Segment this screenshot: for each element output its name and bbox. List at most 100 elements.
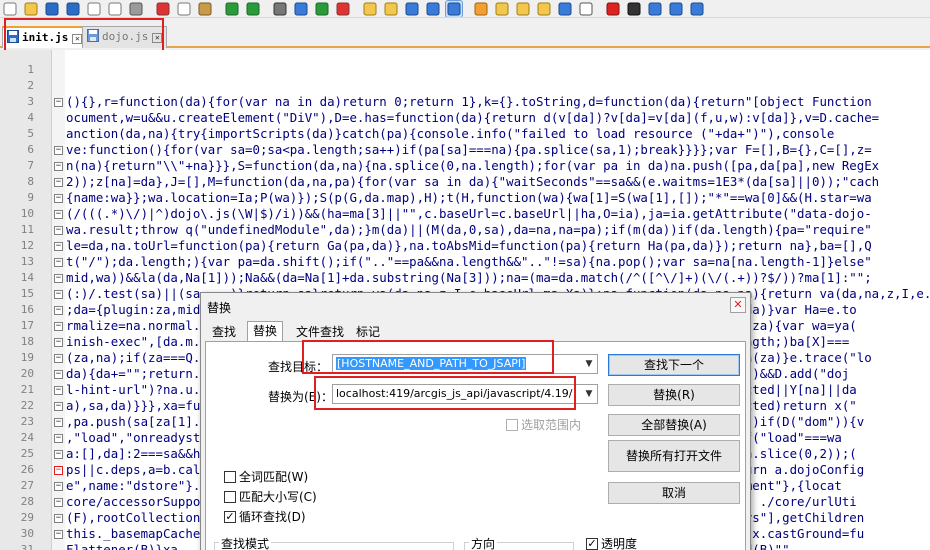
- tab-dojo-js[interactable]: dojo.js ✕: [82, 26, 168, 48]
- code-line[interactable]: wa.result;throw q("undefinedModule",da);…: [66, 222, 930, 238]
- code-line[interactable]: le=da,na.toUrl=function(pa){return Ga(pa…: [66, 238, 930, 254]
- close-tab-icon[interactable]: ✕: [152, 33, 163, 43]
- func-list-icon[interactable]: [515, 1, 531, 17]
- paste-icon[interactable]: [197, 1, 213, 17]
- chevron-down-icon[interactable]: ▼: [581, 385, 597, 403]
- save-icon[interactable]: [44, 1, 60, 17]
- play-icon[interactable]: [647, 1, 663, 17]
- cancel-button[interactable]: 取消: [608, 482, 740, 504]
- redo-icon[interactable]: [245, 1, 261, 17]
- line-number: 2: [27, 79, 34, 92]
- wrap-around-checkbox[interactable]: ✓ 循环查找(D): [224, 508, 306, 525]
- cut-icon[interactable]: [155, 1, 171, 17]
- close-icon[interactable]: ✕: [730, 297, 746, 313]
- save-macro-icon[interactable]: [689, 1, 705, 17]
- match-case-label: 匹配大小写(C): [239, 490, 317, 504]
- fold-toggle-icon[interactable]: −: [54, 290, 63, 299]
- fold-toggle-icon[interactable]: −: [54, 306, 63, 315]
- fold-toggle-icon[interactable]: −: [54, 354, 63, 363]
- fold-toggle-icon[interactable]: −: [54, 274, 63, 283]
- lang-icon[interactable]: [473, 1, 489, 17]
- code-line[interactable]: (/(((.*)\/)|^)dojo\.js(\W|$)/i))&&(ha=ma…: [66, 206, 930, 222]
- code-line[interactable]: t("/");da.length;){var pa=da.shift();if(…: [66, 254, 930, 270]
- match-case-checkbox[interactable]: 匹配大小写(C): [224, 488, 317, 505]
- fold-toggle-icon[interactable]: −: [54, 466, 63, 475]
- code-line[interactable]: n(na){return"\\"+na}}},S=function(da,na)…: [66, 158, 930, 174]
- code-line[interactable]: mid,wa))&&la(da,Na[1]));Na&&(da=Na[1]+da…: [66, 270, 930, 286]
- fold-toggle-icon[interactable]: −: [54, 370, 63, 379]
- doc-map-icon[interactable]: [494, 1, 510, 17]
- indent-guide-icon[interactable]: [445, 0, 463, 17]
- record-icon[interactable]: [605, 1, 621, 17]
- fold-toggle-icon[interactable]: −: [54, 402, 63, 411]
- fold-toggle-icon[interactable]: −: [54, 226, 63, 235]
- tab-bar: init.js ✕ dojo.js ✕: [0, 18, 930, 60]
- fold-toggle-icon[interactable]: −: [54, 322, 63, 331]
- code-line[interactable]: ve:function(){for(var sa=0;sa<pa.length;…: [66, 142, 930, 158]
- find-icon[interactable]: [272, 1, 288, 17]
- new-file-icon[interactable]: [2, 1, 18, 17]
- zoom-in-icon[interactable]: [314, 1, 330, 17]
- sync-h-icon[interactable]: [383, 1, 399, 17]
- replace-input[interactable]: localhost:419/arcgis_js_api/javascript/4…: [332, 384, 598, 404]
- close-tab-icon[interactable]: ✕: [72, 34, 83, 44]
- code-line[interactable]: 2));z[na]=da},J=[],M=function(da,na,pa){…: [66, 174, 930, 190]
- show-all-icon[interactable]: [425, 1, 441, 17]
- tab-mark[interactable]: 标记: [351, 324, 385, 342]
- transparency-checkbox[interactable]: ✓ 透明度: [586, 535, 637, 550]
- fold-toggle-icon[interactable]: −: [54, 434, 63, 443]
- tab-label: dojo.js: [102, 30, 149, 43]
- close-icon[interactable]: [86, 1, 102, 17]
- find-input[interactable]: [HOSTNAME_AND_PATH_TO_JSAPI] ▼: [332, 354, 598, 374]
- line-number: 21: [20, 383, 34, 396]
- fold-toggle-icon[interactable]: −: [54, 242, 63, 251]
- fold-toggle-icon[interactable]: −: [54, 194, 63, 203]
- fold-toggle-icon[interactable]: −: [54, 418, 63, 427]
- chevron-down-icon[interactable]: ▼: [581, 355, 597, 373]
- zoom-out-icon[interactable]: [335, 1, 351, 17]
- whole-word-checkbox[interactable]: 全词匹配(W): [224, 468, 308, 485]
- sync-v-icon[interactable]: [362, 1, 378, 17]
- save-all-icon[interactable]: [65, 1, 81, 17]
- fold-toggle-icon[interactable]: −: [54, 514, 63, 523]
- code-line[interactable]: (){},r=function(da){for(var na in da)ret…: [66, 94, 930, 110]
- fold-toggle-icon[interactable]: −: [54, 450, 63, 459]
- fold-toggle-icon[interactable]: −: [54, 178, 63, 187]
- fold-toggle-icon[interactable]: −: [54, 210, 63, 219]
- fold-toggle-icon[interactable]: −: [54, 162, 63, 171]
- print-icon[interactable]: [128, 1, 144, 17]
- tab-find[interactable]: 查找: [207, 324, 241, 342]
- fold-toggle-icon[interactable]: −: [54, 386, 63, 395]
- fold-toggle-icon[interactable]: −: [54, 98, 63, 107]
- replace-all-open-button[interactable]: 替换所有打开文件: [608, 440, 740, 472]
- close-all-icon[interactable]: [107, 1, 123, 17]
- file-saved-icon: [87, 29, 99, 42]
- wrap-icon[interactable]: [404, 1, 420, 17]
- play-multi-icon[interactable]: [668, 1, 684, 17]
- code-line[interactable]: anction(da,na){try{importScripts(da)}cat…: [66, 126, 930, 142]
- folder-icon[interactable]: [536, 1, 552, 17]
- eye-icon[interactable]: [578, 1, 594, 17]
- in-selection-checkbox[interactable]: 选取范围内: [506, 416, 581, 433]
- fold-toggle-icon[interactable]: −: [54, 146, 63, 155]
- fold-toggle-icon[interactable]: −: [54, 338, 63, 347]
- replace-all-button[interactable]: 全部替换(A): [608, 414, 740, 436]
- tab-replace[interactable]: 替换: [247, 321, 284, 342]
- find-next-button[interactable]: 查找下一个: [608, 354, 740, 376]
- code-line[interactable]: {name:wa}};wa.location=Ia;P(wa)});S(p(G,…: [66, 190, 930, 206]
- stop-icon[interactable]: [626, 1, 642, 17]
- code-line[interactable]: ocument,w=u&&u.createElement("DiV"),D=e.…: [66, 110, 930, 126]
- replace-icon[interactable]: [293, 1, 309, 17]
- open-file-icon[interactable]: [23, 1, 39, 17]
- fold-toggle-icon[interactable]: −: [54, 498, 63, 507]
- monitor-icon[interactable]: [557, 1, 573, 17]
- undo-icon[interactable]: [224, 1, 240, 17]
- tab-find-in-files[interactable]: 文件查找: [291, 324, 349, 342]
- fold-toggle-icon[interactable]: −: [54, 258, 63, 267]
- line-number: 25: [20, 447, 34, 460]
- fold-toggle-icon[interactable]: −: [54, 482, 63, 491]
- copy-icon[interactable]: [176, 1, 192, 17]
- tab-init-js[interactable]: init.js ✕: [2, 26, 88, 48]
- replace-button[interactable]: 替换(R): [608, 384, 740, 406]
- fold-toggle-icon[interactable]: −: [54, 530, 63, 539]
